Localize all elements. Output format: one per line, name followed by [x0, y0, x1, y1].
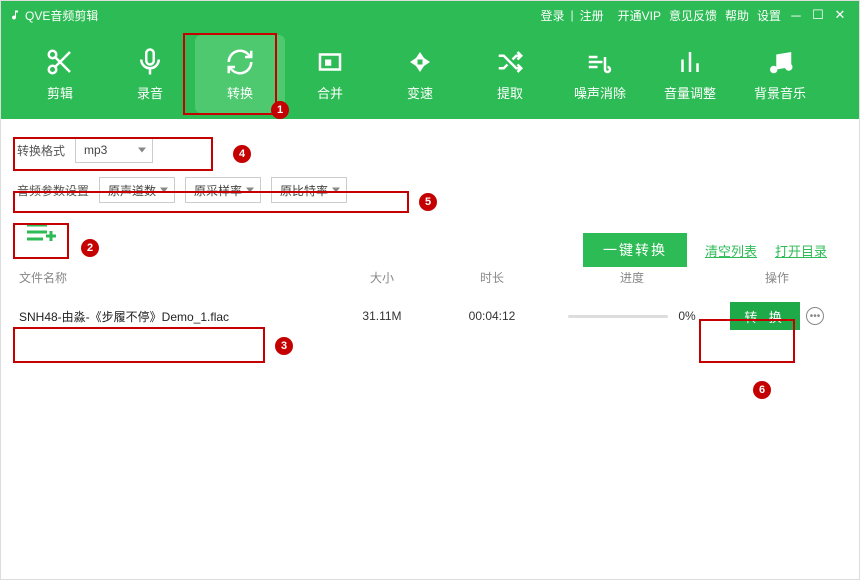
annotation-badge-6: 6: [753, 381, 771, 399]
annotation-badge-2: 2: [81, 239, 99, 257]
tool-volume[interactable]: 音量调整: [645, 35, 735, 113]
equalizer-icon: [675, 47, 705, 77]
format-select[interactable]: mp3: [75, 137, 153, 163]
add-file-button[interactable]: [17, 217, 67, 247]
channels-select[interactable]: 原声道数: [99, 177, 175, 203]
convert-icon: [225, 47, 255, 77]
col-size: 大小: [327, 269, 437, 286]
progress-bar: [568, 315, 668, 318]
tool-convert[interactable]: 转换: [195, 35, 285, 113]
tool-extract[interactable]: 提取: [465, 35, 555, 113]
bitrate-select[interactable]: 原比特率: [271, 177, 347, 203]
clear-list-link[interactable]: 清空列表: [705, 241, 757, 260]
shuffle-icon: [495, 47, 525, 77]
tool-speed[interactable]: 变速: [375, 35, 465, 113]
app-title: QVE音频剪辑: [9, 7, 98, 24]
microphone-icon: [135, 47, 165, 77]
cell-action: 转 换 •••: [717, 302, 837, 330]
close-button[interactable]: ✕: [829, 7, 851, 23]
feedback-link[interactable]: 意见反馈: [669, 7, 717, 24]
tool-record[interactable]: 录音: [105, 35, 195, 113]
cell-duration: 00:04:12: [437, 309, 547, 323]
row-convert-button[interactable]: 转 换: [730, 302, 800, 330]
annotation-badge-1: 1: [271, 101, 289, 119]
cell-size: 31.11M: [327, 309, 437, 323]
main-toolbar: 剪辑 录音 转换 合并 变速 提取 噪声消除 音量调整 背景音乐: [1, 29, 859, 119]
col-duration: 时长: [437, 269, 547, 286]
cell-progress: 0%: [547, 309, 717, 323]
annotation-badge-4: 4: [233, 145, 251, 163]
tool-bgm[interactable]: 背景音乐: [735, 35, 825, 113]
app-title-text: QVE音频剪辑: [25, 7, 98, 24]
params-label: 音频参数设置: [17, 182, 89, 199]
open-dir-link[interactable]: 打开目录: [775, 241, 827, 260]
scissors-icon: [45, 47, 75, 77]
vip-link[interactable]: 开通VIP: [618, 7, 661, 24]
denoise-icon: [585, 47, 615, 77]
col-action: 操作: [717, 269, 837, 286]
tool-merge[interactable]: 合并: [285, 35, 375, 113]
annotation-badge-3: 3: [275, 337, 293, 355]
music-icon: [765, 47, 795, 77]
music-note-icon: [9, 9, 21, 21]
login-link[interactable]: 登录: [540, 7, 564, 24]
merge-icon: [315, 47, 345, 77]
settings-link[interactable]: 设置: [757, 7, 781, 24]
progress-text: 0%: [678, 309, 695, 323]
cell-name: SNH48-由淼-《步履不停》Demo_1.flac: [17, 308, 327, 325]
content-area: 转换格式 mp3 音频参数设置 原声道数 原采样率 原比特率 一键转换 清空列表…: [1, 119, 859, 336]
tool-cut[interactable]: 剪辑: [15, 35, 105, 113]
batch-convert-button[interactable]: 一键转换: [583, 233, 687, 267]
samplerate-select[interactable]: 原采样率: [185, 177, 261, 203]
maximize-button[interactable]: ☐: [807, 7, 829, 23]
help-link[interactable]: 帮助: [725, 7, 749, 24]
annotation-badge-5: 5: [419, 193, 437, 211]
tool-denoise[interactable]: 噪声消除: [555, 35, 645, 113]
col-progress: 进度: [547, 269, 717, 286]
col-name: 文件名称: [17, 269, 327, 286]
table-row: SNH48-由淼-《步履不停》Demo_1.flac 31.11M 00:04:…: [17, 296, 843, 336]
minimize-button[interactable]: －: [785, 6, 807, 25]
register-link[interactable]: 注册: [580, 7, 604, 24]
row-more-button[interactable]: •••: [806, 307, 824, 325]
format-label: 转换格式: [17, 142, 65, 159]
add-list-icon: [25, 221, 59, 243]
speed-icon: [405, 47, 435, 77]
titlebar: QVE音频剪辑 登录 | 注册 开通VIP 意见反馈 帮助 设置 － ☐ ✕: [1, 1, 859, 29]
